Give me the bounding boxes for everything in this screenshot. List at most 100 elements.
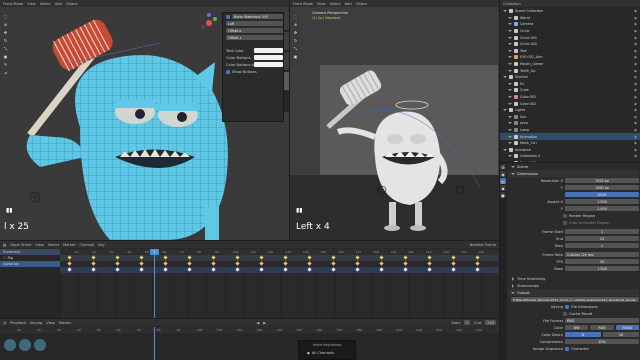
expand-icon[interactable] [508,102,512,105]
visibility-icon[interactable]: ◉ [634,42,637,46]
keyframe-marker[interactable] [451,261,456,266]
visibility-icon[interactable]: ◉ [634,121,637,125]
offset-b-field[interactable]: Offset ∧ [226,35,283,40]
visibility-icon[interactable]: ◉ [634,115,637,119]
scene-tab-icon[interactable]: ◆ [500,185,506,191]
visibility-icon[interactable]: ◉ [634,135,637,139]
expand-icon[interactable] [508,56,512,59]
tool-tab-icon[interactable]: ⚙ [500,164,506,170]
outliner-row[interactable]: Camera ◉ [500,21,640,28]
visibility-icon[interactable]: ◉ [634,102,637,106]
visibility-icon[interactable]: ◉ [634,22,637,26]
visibility-icon[interactable]: ◉ [634,148,637,152]
header-view[interactable]: View [27,2,36,6]
dope-sheet-mode[interactable]: Dope Sheet [10,243,31,247]
visibility-icon[interactable]: ◉ [634,55,637,59]
outliner-row[interactable]: Armature ◉ [500,146,640,153]
outliner-row[interactable]: Text ◉ [500,48,640,55]
frame-end-field[interactable]: 24 [565,236,639,241]
keyframe-marker[interactable] [355,261,360,266]
expand-icon[interactable] [508,135,512,138]
header-view[interactable]: View [317,2,326,6]
crop-checkbox[interactable] [563,220,567,225]
popup-item-all-channels[interactable]: ◆ All Channels [299,350,355,356]
show-buttons-checkbox[interactable] [226,69,230,74]
keyframe-marker[interactable] [283,261,288,266]
fps-field[interactable]: 24 [565,259,639,264]
color-buttons-a-swatch[interactable] [254,62,283,67]
expand-icon[interactable] [508,63,512,66]
outliner-row[interactable]: Mouth_Owner ◉ [500,61,640,68]
overwrite-checkbox[interactable] [565,346,569,351]
color-depth-8-button[interactable]: 8 [565,332,601,337]
color-depth-16-button[interactable]: 16 [603,332,639,337]
resolution-percent-field[interactable]: 100% [565,192,639,197]
menu-channel[interactable]: Channel [79,243,94,247]
snap-mode-dropdown[interactable]: Nearest Frame [470,243,496,247]
expand-icon[interactable] [508,128,512,131]
world-tab-icon[interactable]: ● [500,192,506,198]
color-rgb-button[interactable]: RGB [590,325,614,330]
keyframe-marker[interactable] [475,261,480,266]
visibility-icon[interactable]: ◉ [634,128,637,132]
navigation-gizmo[interactable] [198,12,220,34]
keyframe-marker[interactable] [163,261,168,266]
menu-playback[interactable]: Playback [10,321,26,325]
expand-icon[interactable] [508,16,512,19]
header-select[interactable]: Select [330,2,341,6]
visibility-icon[interactable]: ◉ [634,154,637,158]
expand-icon[interactable] [503,10,507,13]
visibility-icon[interactable]: ◉ [634,69,637,73]
expand-icon[interactable] [508,142,512,145]
compression-slider[interactable]: 15% [565,339,639,344]
outliner-row[interactable]: EYE.002_Arm ◉ [500,54,640,61]
lor-field[interactable]: LoR [226,21,283,26]
outliner-row[interactable]: Mesh_Ctrl ◉ [500,140,640,147]
file-format-dropdown[interactable]: PNG [565,318,639,323]
header-add[interactable]: Add [345,2,352,6]
outliner-row[interactable]: Lights ◉ [500,107,640,114]
menu-view[interactable]: View [35,243,44,247]
frame-rate-dropdown[interactable]: Custom (24 fps) [565,252,639,257]
keyframe-marker[interactable] [91,261,96,266]
expand-icon[interactable] [508,82,512,85]
menu-keying[interactable]: Keying [30,321,42,325]
outliner-row[interactable]: Ex ◉ [500,81,640,88]
tab-tool[interactable] [284,32,289,50]
outliner-row[interactable]: Color.002 ◉ [500,100,640,107]
name-field[interactable]: Bone Sketchout VLP [232,14,283,19]
editor-type-icon[interactable]: ▤ [3,243,6,247]
visibility-icon[interactable]: ◉ [634,88,637,92]
end-field[interactable]: 240 [485,320,496,325]
stereoscopy-section[interactable]: Stereoscopy [508,282,639,289]
outliner-row[interactable]: Cube ◉ [500,87,640,94]
visibility-icon[interactable]: ◉ [634,161,637,162]
header-object[interactable]: Object [356,2,368,6]
keyframe-marker[interactable] [139,261,144,266]
keyframe-marker[interactable] [307,261,312,266]
visibility-icon[interactable]: ◉ [634,36,637,40]
keyframe-marker[interactable] [235,261,240,266]
tab-sketch[interactable] [284,72,289,90]
keyframe-marker[interactable] [211,261,216,266]
keyframe-marker[interactable] [115,261,120,266]
tab-view[interactable] [284,52,289,70]
keyframe-marker[interactable] [427,261,432,266]
menu-marker[interactable]: Marker [63,243,75,247]
outliner-row[interactable]: Area ◉ [500,120,640,127]
frame-step-field[interactable]: 1 [565,243,639,248]
color-rgba-button[interactable]: RGBA [615,325,639,330]
cache-result-checkbox[interactable] [563,311,567,316]
dope-sheet-keys[interactable] [60,255,499,318]
expand-icon[interactable] [508,69,512,72]
expand-icon[interactable] [508,115,512,118]
render-tab-icon[interactable]: ◉ [500,171,506,177]
expand-icon[interactable] [508,122,512,125]
resolution-y-field[interactable]: 1080 px [565,185,639,190]
visibility-icon[interactable]: ◉ [634,141,637,145]
header-mode[interactable]: Front-Mode [3,2,23,6]
header-select[interactable]: Select [40,2,51,6]
current-frame-badge[interactable]: 1 [150,249,159,255]
expand-icon[interactable] [508,96,512,99]
visibility-icon[interactable]: ◉ [634,16,637,20]
